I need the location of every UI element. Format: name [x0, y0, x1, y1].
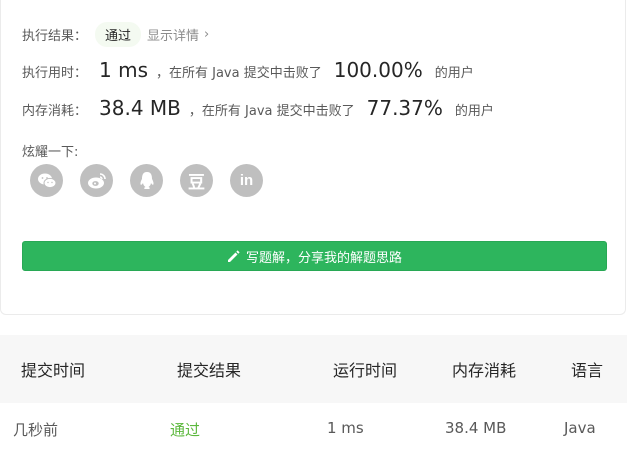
linkedin-icon[interactable]: in: [230, 164, 263, 197]
row-submit-time: 几秒前: [13, 421, 59, 439]
share-icons: 豆 in: [30, 164, 280, 197]
memory-row: 内存消耗： 38.4 MB ，在所有 Java 提交中击败了 77.37% 的用…: [22, 96, 494, 120]
table-header: 提交时间 提交结果 运行时间 内存消耗 语言: [0, 335, 627, 403]
row-runtime: 1 ms: [327, 419, 364, 437]
runtime-beat-text: ，在所有 Java 提交中击败了: [156, 66, 322, 81]
linkedin-glyph: in: [239, 172, 254, 189]
memory-beat-text: ，在所有 Java 提交中击败了: [188, 104, 355, 119]
show-details-link[interactable]: 显示详情 ›: [147, 25, 209, 44]
submission-table: 提交时间 提交结果 运行时间 内存消耗 语言 几秒前 通过 1 ms 38.4 …: [0, 335, 627, 452]
runtime-value: 1 ms: [99, 58, 148, 82]
table-row: 几秒前 通过 1 ms 38.4 MB Java: [0, 403, 627, 452]
status-badge: 通过: [95, 22, 142, 47]
header-runtime: 运行时间: [333, 361, 398, 380]
write-solution-label: 写题解，分享我的解题思路: [245, 250, 402, 266]
runtime-label: 执行用时：: [22, 66, 88, 81]
status-label: 执行结果：: [22, 29, 88, 44]
show-details-label: 显示详情: [147, 29, 200, 44]
weibo-icon[interactable]: [80, 164, 113, 197]
douban-glyph: 豆: [188, 173, 205, 193]
memory-percent: 77.37%: [366, 96, 443, 120]
header-memory: 内存消耗: [452, 361, 517, 380]
qq-icon[interactable]: [130, 164, 163, 197]
runtime-suffix: 的用户: [434, 66, 474, 81]
memory-value: 38.4 MB: [99, 96, 181, 120]
memory-label: 内存消耗：: [22, 104, 88, 119]
status-row: 执行结果： 通过 显示详情 ›: [22, 22, 209, 47]
row-result-link[interactable]: 通过: [170, 419, 200, 440]
write-solution-button[interactable]: 写题解，分享我的解题思路: [22, 241, 607, 271]
row-language: Java: [564, 419, 596, 437]
wechat-icon[interactable]: [30, 164, 63, 197]
share-label: 炫耀一下:: [22, 145, 79, 160]
header-submit-time: 提交时间: [21, 361, 86, 380]
douban-icon[interactable]: 豆: [180, 164, 213, 197]
runtime-percent: 100.00%: [333, 58, 423, 82]
row-memory: 38.4 MB: [445, 419, 507, 437]
runtime-row: 执行用时： 1 ms ，在所有 Java 提交中击败了 100.00% 的用户: [22, 58, 474, 82]
pencil-icon: [227, 249, 240, 263]
header-submit-result: 提交结果: [177, 361, 242, 380]
submission-result-card: 执行结果： 通过 显示详情 › 执行用时： 1 ms ，在所有 Java 提交中…: [0, 0, 626, 315]
header-language: 语言: [571, 361, 604, 380]
memory-suffix: 的用户: [454, 104, 494, 119]
chevron-right-icon: ›: [204, 27, 210, 42]
